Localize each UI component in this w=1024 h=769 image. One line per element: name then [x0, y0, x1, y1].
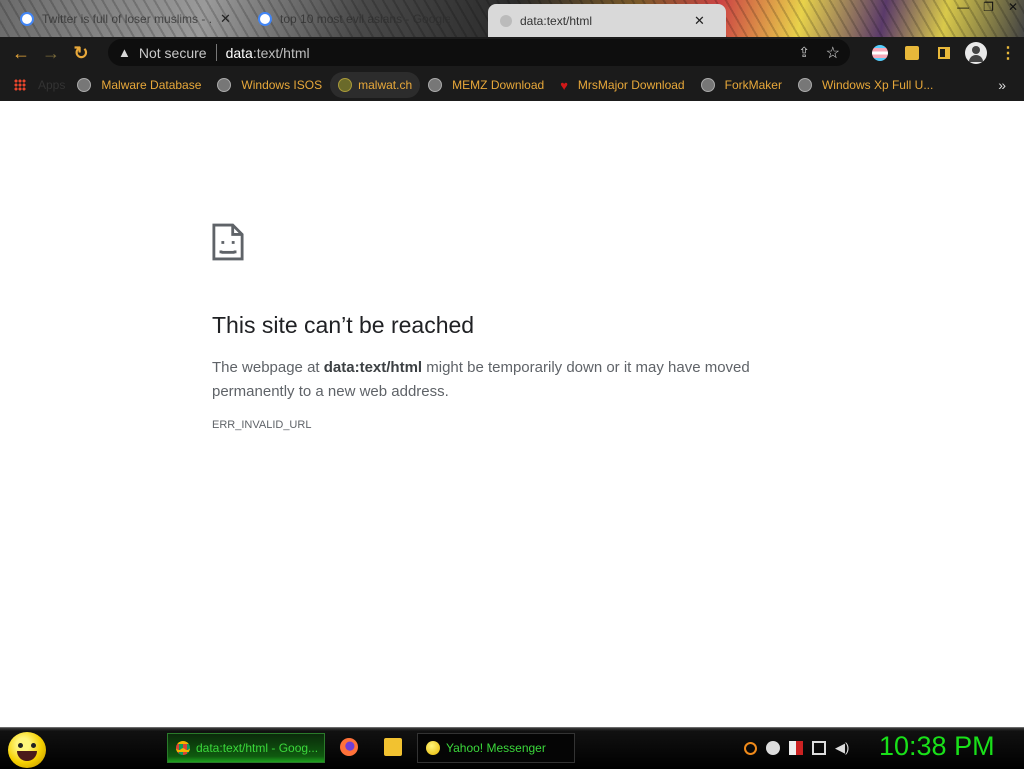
- minimize-circle-icon[interactable]: [766, 741, 780, 755]
- browser-toolbar: ← → ↻ ▲ Not secure data:text/html ⇪ ☆ ⋮: [0, 37, 1024, 69]
- side-panel-button[interactable]: [928, 47, 960, 59]
- close-button[interactable]: ✕: [1008, 0, 1018, 18]
- error-description: The webpage at data:text/html might be t…: [212, 356, 772, 404]
- bookmark-label: malwat.ch: [358, 78, 413, 92]
- google-favicon-icon: [258, 11, 272, 26]
- bookmark-malwatch[interactable]: malwat.ch: [330, 72, 421, 98]
- start-button-smiley-icon[interactable]: [8, 732, 46, 768]
- flag-icon[interactable]: [789, 741, 803, 755]
- url-rest: :text/html: [252, 44, 310, 61]
- network-icon[interactable]: [812, 741, 826, 755]
- trans-flag-icon: [872, 45, 888, 61]
- taskbar-item-yahoo-messenger[interactable]: Yahoo! Messenger: [417, 733, 575, 763]
- globe-icon: [77, 78, 92, 92]
- avatar-icon: [965, 42, 987, 64]
- globe-icon: [797, 78, 812, 92]
- extensions-button[interactable]: [896, 46, 928, 60]
- bookmark-mrsmajor-download[interactable]: ♥ MrsMajor Download: [552, 72, 692, 98]
- desc-text: The webpage at: [212, 359, 324, 376]
- malwatch-icon: [338, 78, 353, 92]
- bookmark-forkmaker[interactable]: ForkMaker: [693, 72, 790, 98]
- page-favicon-icon: [500, 14, 512, 27]
- url-scheme: data: [225, 44, 253, 61]
- bookmark-memz-download[interactable]: MEMZ Download: [420, 72, 552, 98]
- side-panel-icon: [938, 47, 950, 59]
- task-label: Yahoo! Messenger: [446, 741, 546, 755]
- taskbar-item-chrome[interactable]: data:text/html - Goog...: [167, 733, 325, 763]
- system-tray: ◀): [744, 741, 849, 755]
- puzzle-icon: [905, 46, 919, 60]
- folder-icon[interactable]: [384, 738, 402, 756]
- sad-page-icon: [212, 223, 244, 261]
- warning-triangle-icon[interactable]: ▲: [118, 45, 131, 60]
- minimize-button[interactable]: —: [957, 0, 969, 18]
- bookmark-label: Windows Xp Full U...: [821, 78, 934, 92]
- url-text[interactable]: data:text/html: [226, 45, 310, 61]
- globe-icon: [428, 78, 443, 92]
- bookmarks-overflow-button[interactable]: »: [998, 77, 1006, 93]
- bookmark-label: ForkMaker: [724, 78, 782, 92]
- bookmark-label: MEMZ Download: [452, 78, 545, 92]
- tab-title: data:text/html: [520, 13, 593, 28]
- apps-label[interactable]: Apps: [38, 78, 65, 92]
- error-title: This site can’t be reached: [212, 312, 475, 338]
- profile-button[interactable]: [960, 42, 992, 64]
- tab-1[interactable]: Twitter is full of loser muslims - ... ✕: [14, 4, 246, 33]
- apps-grid-icon[interactable]: [14, 79, 26, 91]
- task-label: data:text/html - Goog...: [196, 741, 319, 755]
- firefox-icon[interactable]: [340, 738, 358, 756]
- bookmark-windows-xp[interactable]: Windows Xp Full U...: [790, 72, 941, 98]
- tab-3-active[interactable]: data:text/html ✕: [488, 4, 726, 37]
- tab-title: Twitter is full of loser muslims - ...: [42, 11, 212, 26]
- yahoo-smiley-icon: [426, 741, 440, 755]
- forward-button[interactable]: →: [36, 38, 66, 68]
- bookmark-windows-isos[interactable]: Windows ISOS: [209, 72, 330, 98]
- address-bar[interactable]: ▲ Not secure data:text/html ⇪ ☆: [108, 39, 850, 66]
- error-code: ERR_INVALID_URL: [212, 419, 312, 431]
- bookmark-malware-database[interactable]: Malware Database: [69, 72, 209, 98]
- tab-2[interactable]: top 10 most evil asians - Google ...: [252, 4, 484, 33]
- heart-icon: ♥: [560, 77, 568, 93]
- error-page: This site can’t be reached The webpage a…: [212, 222, 772, 431]
- clock[interactable]: 10:38 PM: [879, 731, 995, 762]
- tab-close-icon[interactable]: ✕: [220, 11, 231, 27]
- chrome-icon: [176, 741, 190, 755]
- menu-button[interactable]: ⋮: [992, 43, 1024, 63]
- divider: [215, 44, 217, 61]
- window-controls: — ❐ ✕: [957, 0, 1018, 18]
- reload-button[interactable]: ↻: [66, 38, 96, 68]
- security-label[interactable]: Not secure: [139, 45, 207, 61]
- desc-url: data:text/html: [323, 359, 423, 376]
- back-button[interactable]: ←: [6, 38, 36, 68]
- extension-flag-button[interactable]: [864, 45, 896, 61]
- bookmarks-bar: Apps Malware Database Windows ISOS malwa…: [0, 69, 1024, 101]
- taskbar: data:text/html - Goog... Yahoo! Messenge…: [0, 727, 1024, 769]
- google-favicon-icon: [20, 11, 34, 26]
- tab-close-icon[interactable]: ✕: [694, 13, 705, 29]
- globe-icon: [217, 78, 232, 92]
- search-icon[interactable]: [744, 741, 757, 755]
- share-icon[interactable]: ⇪: [798, 44, 810, 61]
- bookmark-label: Malware Database: [101, 78, 202, 92]
- volume-icon[interactable]: ◀): [835, 741, 849, 755]
- bookmark-label: MrsMajor Download: [577, 78, 685, 92]
- bookmark-star-icon[interactable]: ☆: [826, 43, 840, 63]
- toolbar-extensions: ⋮: [864, 37, 1024, 69]
- tab-title: top 10 most evil asians - Google ...: [280, 11, 450, 26]
- bookmark-label: Windows ISOS: [241, 78, 323, 92]
- globe-icon: [700, 78, 715, 92]
- restore-button[interactable]: ❐: [983, 0, 994, 18]
